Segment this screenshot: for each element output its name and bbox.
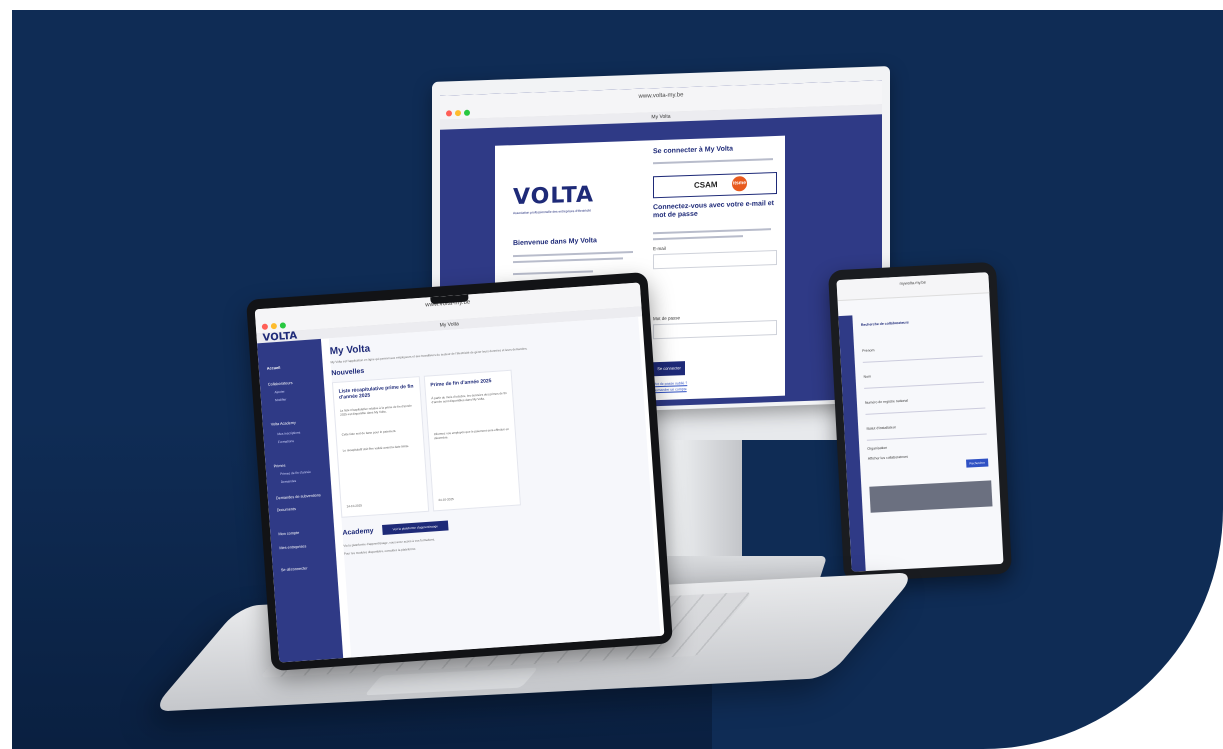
forgot-password-link[interactable]: Mot de passe oublié ? xyxy=(653,381,687,386)
academy-heading: Academy xyxy=(342,527,374,537)
tablet-filter-label: Afficher les collaborateurs xyxy=(867,454,909,461)
academy-platform-button[interactable]: Voir la plateforme d'apprentissage xyxy=(382,520,449,536)
welcome-heading: Bienvenue dans My Volta xyxy=(513,237,597,248)
tablet-field-label: Organisation xyxy=(867,445,888,451)
tablet-search-button[interactable]: Rechercher xyxy=(966,458,989,468)
sidebar-subitem[interactable]: Modifier xyxy=(275,397,287,402)
request-account-link[interactable]: Demander un compte xyxy=(653,387,687,392)
sidebar-item-primes[interactable]: Primes xyxy=(274,464,286,469)
tablet-field-label: Nom xyxy=(863,374,872,379)
tablet-device: mywolta.my.be Recherche de collaborateur… xyxy=(827,261,1013,583)
email-login-heading: Connectez-vous avec votre e-mail et mot … xyxy=(653,200,774,220)
password-label: Mot de passe xyxy=(653,315,681,322)
minimize-icon[interactable] xyxy=(270,322,278,330)
scene: www.volta-my.be My Volta VOLTA Associati… xyxy=(0,0,1223,749)
academy-text: Via la plateforme d'apprentissage, vous … xyxy=(343,537,436,548)
password-field[interactable] xyxy=(653,319,777,340)
tablet-results-table xyxy=(869,480,993,513)
page-description: My Volta est l'application en ligne qui … xyxy=(330,346,528,365)
sidebar-item-account[interactable]: Mon compte xyxy=(278,531,299,536)
tablet-field-label: Statut d'installateur xyxy=(866,425,897,431)
sidebar-item-home[interactable]: Accueil xyxy=(267,366,281,371)
sidebar-item-companies[interactable]: Mes entreprises xyxy=(279,544,306,550)
login-help-line xyxy=(653,235,743,241)
email-field[interactable] xyxy=(653,249,777,270)
sidebar-item-collaborators[interactable]: Collaborateurs xyxy=(268,381,293,387)
news-date: 24-10-2025 xyxy=(346,503,363,509)
laptop-sidebar: Accueil Collaborateurs Ajouter Modifier … xyxy=(257,338,344,663)
csam-login-button[interactable]: CSAM itsme xyxy=(653,171,777,199)
news-card[interactable]: Liste récapitulative prime de fin d'anné… xyxy=(331,376,430,518)
laptop-lid: www.volta-my.be My Volta Accueil Collabo… xyxy=(246,271,673,672)
intro-text-line xyxy=(513,270,593,276)
sidebar-item-documents[interactable]: Documents xyxy=(277,507,296,512)
volta-logo: VOLTA xyxy=(513,182,595,211)
close-icon[interactable] xyxy=(261,323,269,330)
sidebar-subitem[interactable]: Ajouter xyxy=(274,390,284,395)
close-icon[interactable] xyxy=(446,110,452,117)
login-button[interactable]: Se connecter xyxy=(653,361,685,377)
tablet-browser-toolbar: mywolta.my.be xyxy=(836,272,990,302)
login-intro-line xyxy=(653,158,773,165)
news-paragraph: Cette liste sert de base pour le paiemen… xyxy=(341,428,397,437)
news-paragraph: Informez vos employés que le paiement se… xyxy=(433,426,510,441)
tablet-sidebar xyxy=(838,315,866,572)
sidebar-item-logout[interactable]: Se déconnecter xyxy=(281,566,308,572)
tablet-input[interactable] xyxy=(863,374,985,389)
news-title: Liste récapitulative prime de fin d'anné… xyxy=(338,383,414,401)
intro-text-line xyxy=(513,257,623,264)
itsme-badge: itsme xyxy=(732,175,747,192)
academy-text: Pour les modules disponibles, consultez … xyxy=(343,546,417,556)
sidebar-subitem[interactable]: Formations xyxy=(278,439,294,444)
maximize-icon[interactable] xyxy=(464,109,470,116)
sidebar-subitem[interactable]: Demandes xyxy=(281,479,297,484)
sidebar-item-academy[interactable]: Volta Academy xyxy=(271,421,296,427)
news-card[interactable]: Prime de fin d'année 2025 À partir du mo… xyxy=(423,369,521,512)
minimize-icon[interactable] xyxy=(455,109,461,117)
sidebar-subitem[interactable]: Mes inscriptions xyxy=(277,431,300,437)
tablet-screen: mywolta.my.be Recherche de collaborateur… xyxy=(836,272,1004,572)
intro-text-line xyxy=(513,250,633,258)
tablet-address-bar[interactable]: mywolta.my.be xyxy=(899,280,926,286)
login-title: Se connecter à My Volta xyxy=(653,145,734,156)
sidebar-subitem[interactable]: Primes de fin d'année xyxy=(280,470,311,476)
news-paragraph: À partir du mois d'octobre, les données … xyxy=(431,391,507,405)
laptop-screen: www.volta-my.be My Volta Accueil Collabo… xyxy=(254,282,665,663)
news-paragraph: Le récapitulatif doit être validé avant … xyxy=(342,443,410,453)
address-bar[interactable]: www.volta-my.be xyxy=(639,92,684,100)
laptop-main-content: My Volta My Volta est l'application en l… xyxy=(328,316,661,658)
sidebar-item-subsidies[interactable]: Demandes de subventions xyxy=(276,493,321,500)
laptop-device: www.volta-my.be My Volta Accueil Collabo… xyxy=(246,271,673,672)
tablet-section-title: Recherche de collaborateurs xyxy=(860,320,909,327)
news-date: 24-10-2025 xyxy=(438,496,454,503)
news-paragraph: La liste récapitulative relative à la pr… xyxy=(339,403,413,417)
news-title: Prime de fin d'année 2025 xyxy=(430,378,492,389)
maximize-icon[interactable] xyxy=(279,322,287,329)
tablet-input[interactable] xyxy=(862,348,983,363)
news-heading: Nouvelles xyxy=(331,367,365,378)
page-title: My Volta xyxy=(329,343,371,358)
laptop-trackpad xyxy=(364,667,539,696)
tablet-field-label: Prénom xyxy=(862,348,875,353)
login-help-line xyxy=(653,228,771,235)
email-label: E-mail xyxy=(653,245,666,252)
csam-label: CSAM xyxy=(694,180,718,190)
